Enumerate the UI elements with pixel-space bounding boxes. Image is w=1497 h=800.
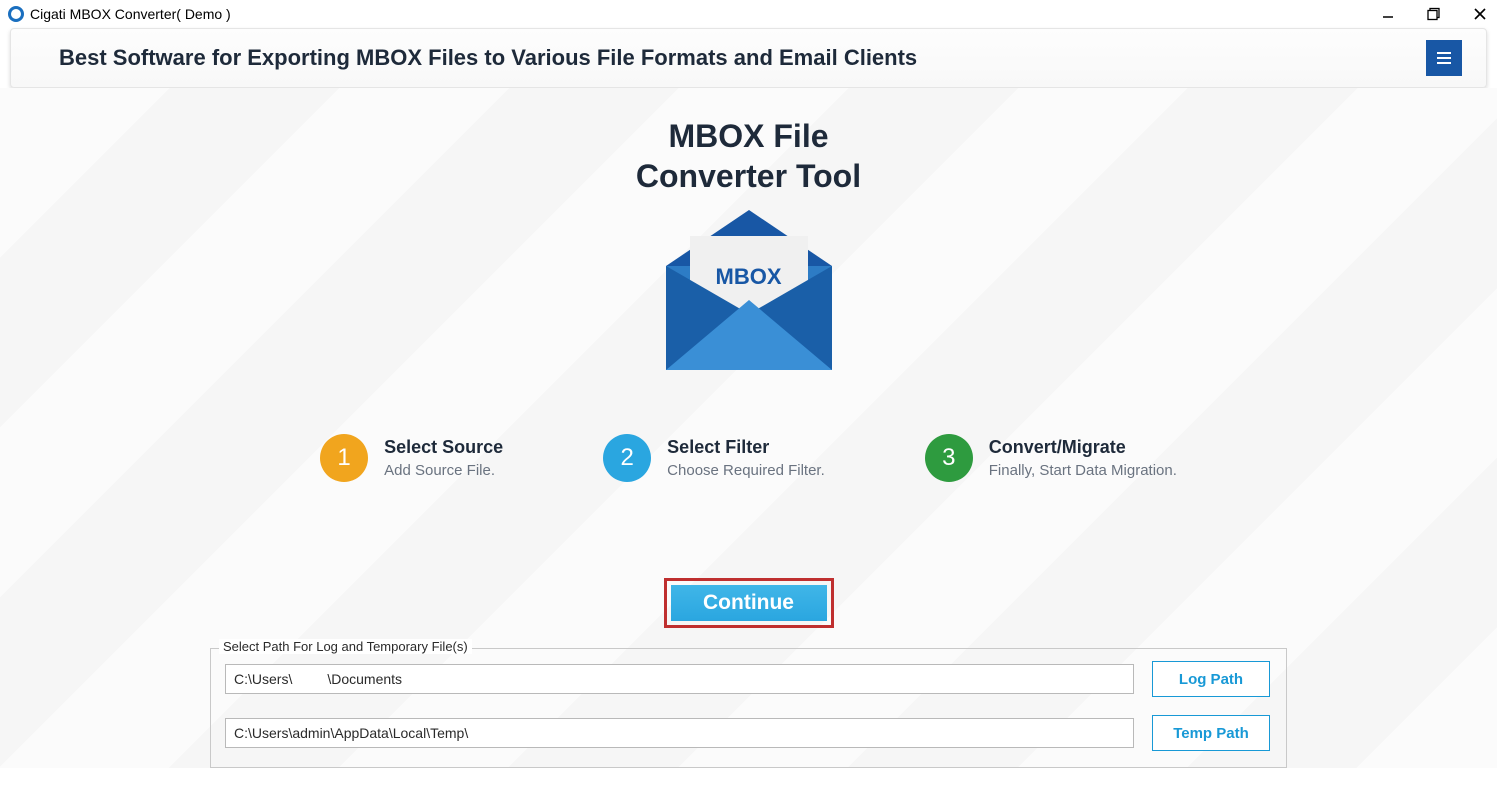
window-titlebar: Cigati MBOX Converter( Demo )	[0, 0, 1497, 28]
continue-button[interactable]: Continue	[671, 585, 827, 621]
temp-path-input[interactable]	[225, 718, 1134, 748]
hero-title: MBOX File Converter Tool	[0, 116, 1497, 196]
step-2: 2 Select Filter Choose Required Filter.	[603, 434, 825, 482]
close-button[interactable]	[1471, 5, 1489, 23]
step-2-number: 2	[603, 434, 651, 482]
step-3: 3 Convert/Migrate Finally, Start Data Mi…	[925, 434, 1177, 482]
step-2-subtitle: Choose Required Filter.	[667, 462, 825, 479]
header-banner: Best Software for Exporting MBOX Files t…	[10, 28, 1487, 88]
log-path-button[interactable]: Log Path	[1152, 661, 1270, 697]
temp-path-button[interactable]: Temp Path	[1152, 715, 1270, 751]
step-3-number: 3	[925, 434, 973, 482]
paths-legend: Select Path For Log and Temporary File(s…	[219, 639, 472, 654]
maximize-button[interactable]	[1425, 5, 1443, 23]
app-logo-icon	[8, 6, 24, 22]
step-1: 1 Select Source Add Source File.	[320, 434, 503, 482]
header-title: Best Software for Exporting MBOX Files t…	[59, 45, 917, 71]
step-1-subtitle: Add Source File.	[384, 462, 503, 479]
hero-title-line1: MBOX File	[0, 116, 1497, 156]
log-path-input[interactable]	[225, 664, 1134, 694]
continue-highlight-box: Continue	[664, 578, 834, 628]
steps-row: 1 Select Source Add Source File. 2 Selec…	[0, 434, 1497, 482]
minimize-button[interactable]	[1379, 5, 1397, 23]
step-3-subtitle: Finally, Start Data Migration.	[989, 462, 1177, 479]
step-3-title: Convert/Migrate	[989, 437, 1177, 458]
step-1-number: 1	[320, 434, 368, 482]
paths-fieldset: Select Path For Log and Temporary File(s…	[210, 648, 1287, 768]
main-content: MBOX File Converter Tool MBOX 1 Select S…	[0, 88, 1497, 768]
menu-button[interactable]	[1426, 40, 1462, 76]
window-title: Cigati MBOX Converter( Demo )	[30, 6, 231, 22]
step-1-title: Select Source	[384, 437, 503, 458]
step-2-title: Select Filter	[667, 437, 825, 458]
hero-title-line2: Converter Tool	[0, 156, 1497, 196]
envelope-illustration: MBOX	[0, 210, 1497, 390]
